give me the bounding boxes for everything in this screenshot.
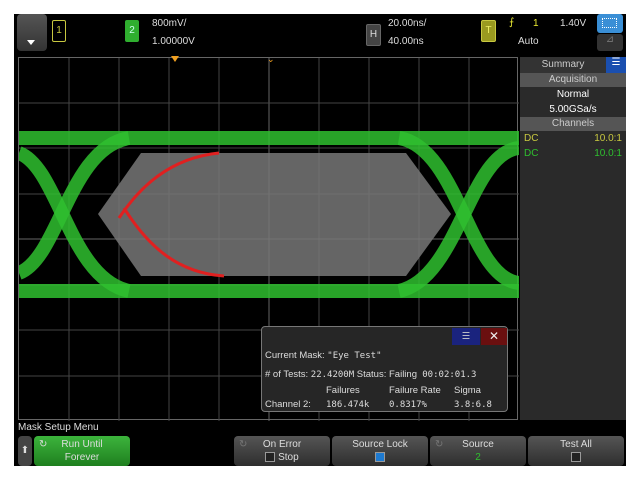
channel-2-button[interactable]: 2 bbox=[125, 20, 139, 42]
horizontal-delay: 40.00ns bbox=[388, 36, 424, 47]
trigger-mode: Auto bbox=[518, 36, 539, 47]
eye-mask bbox=[98, 153, 451, 276]
rising-edge-icon: ⨍ bbox=[509, 17, 515, 28]
horizontal-scale: 20.00ns/ bbox=[388, 18, 427, 29]
delay-marker: ⌄ bbox=[267, 54, 275, 64]
oscilloscope-screen: 1 2 800mV/ 1.00000V H 20.00ns/ 40.00ns T… bbox=[14, 14, 626, 466]
source-label: Source bbox=[462, 439, 494, 450]
test-count: 22.4200M bbox=[310, 370, 355, 380]
channel-2-info: DC 10.0:1 bbox=[520, 146, 626, 161]
failures-header: Failures bbox=[326, 385, 360, 396]
channel-1-button[interactable]: 1 bbox=[52, 20, 66, 42]
close-icon[interactable]: ✕ bbox=[481, 328, 507, 345]
channels-header: Channels bbox=[520, 117, 626, 131]
sigma-value: 3.8:6.8 bbox=[454, 400, 492, 410]
source-lock-checkbox[interactable] bbox=[375, 452, 385, 463]
on-error-label: On Error bbox=[262, 439, 302, 450]
test-all-checkbox[interactable] bbox=[571, 452, 581, 463]
sigma-header: Sigma bbox=[454, 385, 481, 396]
mask-test-dialog: ☰ ✕ Current Mask: "Eye Test" # of Tests:… bbox=[261, 326, 508, 412]
mask-label: Current Mask: bbox=[265, 350, 325, 361]
main-menu-button[interactable] bbox=[17, 14, 47, 51]
rotate-knob-icon: ↻ bbox=[435, 439, 444, 450]
coupling: DC bbox=[524, 133, 539, 144]
mask-name: "Eye Test" bbox=[327, 351, 382, 361]
dialog-menu-icon[interactable]: ☰ bbox=[452, 328, 480, 345]
channel-1-info: DC 10.0:1 bbox=[520, 131, 626, 146]
stop-checkbox[interactable] bbox=[265, 452, 276, 463]
acquisition-header: Acquisition bbox=[520, 73, 626, 87]
list-icon[interactable]: ☰ bbox=[606, 57, 626, 73]
trigger-level: 1.40V bbox=[560, 18, 587, 29]
trigger-button[interactable]: T bbox=[481, 20, 496, 42]
ch2-offset: 1.00000V bbox=[152, 36, 195, 47]
chevron-down-icon bbox=[27, 40, 35, 45]
probe-ratio: 10.0:1 bbox=[594, 133, 622, 144]
trigger-source: 1 bbox=[533, 18, 539, 29]
rotate-knob-icon: ↻ bbox=[39, 439, 48, 450]
rate-value: 0.8317% bbox=[389, 400, 427, 410]
menu-title: Mask Setup Menu bbox=[18, 422, 99, 433]
up-arrow-icon: ⬆ bbox=[20, 445, 30, 456]
delta-icon: ⊿ bbox=[605, 34, 615, 45]
horizontal-button[interactable]: H bbox=[366, 24, 381, 46]
trigger-position-marker bbox=[171, 56, 179, 62]
on-error-softkey[interactable]: ↻ On Error Stop bbox=[234, 436, 330, 466]
touch-draw-button[interactable]: ⊿ bbox=[597, 34, 623, 51]
on-error-value: Stop bbox=[278, 452, 299, 463]
channel-label: Channel 2: bbox=[265, 399, 311, 410]
status-text: Status: Failing bbox=[356, 369, 417, 380]
test-all-softkey[interactable]: Test All bbox=[528, 436, 624, 466]
rotate-knob-icon: ↻ bbox=[239, 439, 248, 450]
tab-summary[interactable]: Summary bbox=[520, 57, 606, 73]
rate-header: Failure Rate bbox=[389, 385, 441, 396]
probe-ratio: 10.0:1 bbox=[594, 148, 622, 159]
ch2-scale: 800mV/ bbox=[152, 18, 187, 29]
test-all-label: Test All bbox=[560, 439, 592, 450]
sample-rate: 5.00GSa/s bbox=[549, 104, 597, 115]
run-until-softkey[interactable]: ↻ Run Until Forever bbox=[34, 436, 130, 466]
status-bar: 1 2 800mV/ 1.00000V H 20.00ns/ 40.00ns T… bbox=[14, 14, 626, 56]
run-until-value: Forever bbox=[64, 452, 100, 463]
coupling: DC bbox=[524, 148, 539, 159]
failures-value: 186.474k bbox=[326, 400, 370, 410]
source-softkey[interactable]: ↻ Source 2 bbox=[430, 436, 526, 466]
elapsed-time: 00:02:01.3 bbox=[422, 370, 477, 380]
source-lock-label: Source Lock bbox=[352, 439, 408, 450]
source-value: 2 bbox=[475, 452, 481, 463]
acquisition-mode: Normal bbox=[556, 89, 590, 100]
summary-panel: Summary ☰ Acquisition Normal 5.00GSa/s Ch… bbox=[520, 57, 626, 420]
selection-box-icon bbox=[602, 18, 617, 28]
back-button[interactable]: ⬆ bbox=[18, 436, 32, 466]
tests-label: # of Tests: bbox=[265, 369, 309, 380]
zoom-box-button[interactable] bbox=[597, 14, 623, 33]
run-until-label: Run Until bbox=[61, 439, 103, 450]
source-lock-softkey[interactable]: Source Lock bbox=[332, 436, 428, 466]
